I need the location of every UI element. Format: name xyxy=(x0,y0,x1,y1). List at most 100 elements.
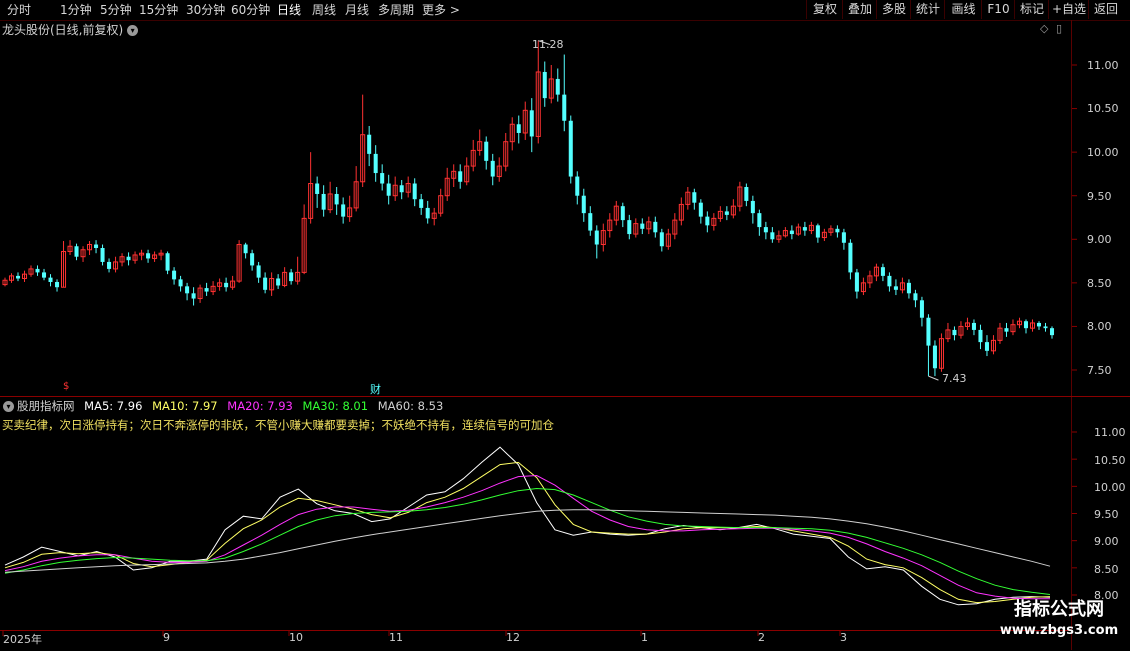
candle-body-down xyxy=(100,248,105,262)
candle-body-down xyxy=(763,227,768,233)
ma-line-ma20 xyxy=(4,474,1050,600)
candle-body-down xyxy=(659,232,664,247)
candle-body-down xyxy=(789,230,794,235)
candle-body-down xyxy=(529,110,534,137)
ma-line-ma5 xyxy=(4,446,1051,606)
candle-body-down xyxy=(334,193,339,205)
price-tick: 9.50 xyxy=(1087,190,1112,203)
candle-body-down xyxy=(802,227,807,231)
ma60-value: MA60: 8.53 xyxy=(377,399,444,413)
indicator-tick: 11.00 xyxy=(1094,426,1126,439)
date-label: 12 xyxy=(506,631,520,644)
candle-body-down xyxy=(94,244,99,248)
candle-body-down xyxy=(15,275,21,279)
candle-body-down xyxy=(854,272,859,292)
ma10-value: MA10: 7.97 xyxy=(152,399,218,413)
event-mark-dollar[interactable]: $ xyxy=(63,381,69,392)
date-label: 2 xyxy=(758,631,765,644)
candle-body-down xyxy=(692,192,697,203)
candle-body-down xyxy=(74,246,79,257)
candle-body-down xyxy=(848,242,853,273)
candle-body-down xyxy=(341,204,346,217)
candle-body-down xyxy=(256,265,261,278)
indicator-name[interactable]: 股朋指标网 xyxy=(17,399,75,413)
price-tick: 8.50 xyxy=(1087,277,1112,290)
candle-body-down xyxy=(243,244,248,254)
watermark-url: www.zbgs3.com xyxy=(999,623,1119,638)
kline-chart[interactable] xyxy=(0,0,1130,650)
candle-body-down xyxy=(412,183,417,200)
candle-body-down xyxy=(926,317,931,346)
candle-body-down xyxy=(35,268,40,273)
candle-body-down xyxy=(419,199,424,208)
candle-body-down xyxy=(399,185,404,193)
price-tick: 10.00 xyxy=(1087,146,1119,159)
candle-body-down xyxy=(386,183,391,196)
candle-body-down xyxy=(757,213,762,228)
candle-body-down xyxy=(653,221,658,233)
price-tick: 7.50 xyxy=(1087,364,1112,377)
event-mark-finance[interactable]: 财 xyxy=(370,381,381,397)
candle-body-down xyxy=(913,293,918,301)
candle-body-down xyxy=(165,253,170,271)
candle-body-down xyxy=(588,213,593,231)
candle-body-down xyxy=(887,275,892,287)
candle-body-down xyxy=(893,286,898,290)
candle-body-down xyxy=(750,200,755,214)
candle-body-down xyxy=(919,300,924,318)
candle-body-down xyxy=(224,282,229,288)
candle-body-down xyxy=(1036,322,1042,327)
price-tick: 10.50 xyxy=(1087,102,1119,115)
candle-body-down xyxy=(425,207,430,219)
candle-body-down xyxy=(1023,321,1029,329)
date-label: 9 xyxy=(163,631,170,644)
indicator-tick: 8.50 xyxy=(1094,563,1119,576)
candle-body-down xyxy=(770,232,775,240)
low-pointer xyxy=(928,375,939,381)
candle-body-down xyxy=(841,232,846,243)
candle-body-down xyxy=(315,183,320,194)
candle-body-down xyxy=(620,206,625,221)
candle-body-down xyxy=(698,202,703,217)
ma-line-ma60 xyxy=(4,509,1051,573)
indicator-tick: 9.00 xyxy=(1094,535,1119,548)
candle-body-down xyxy=(204,288,209,292)
candle-body-down xyxy=(555,78,560,95)
trading-rule-text: 买卖纪律，次日涨停持有；次日不奔涨停的非妖，不管小赚大赚都要卖掉；不妖绝不持有，… xyxy=(2,418,554,432)
price-tick: 9.00 xyxy=(1087,233,1112,246)
candle-body-down xyxy=(705,216,710,226)
ma5-value: MA5: 7.96 xyxy=(84,399,143,413)
chevron-down-icon[interactable]: ▾ xyxy=(3,401,14,412)
candle-body-down xyxy=(562,94,567,121)
axis-separator xyxy=(1071,20,1072,650)
candle-body-down xyxy=(172,270,177,280)
candle-body-down xyxy=(490,160,495,177)
candle-body-down xyxy=(880,267,885,276)
candle-body-down xyxy=(107,261,112,269)
candle-body-down xyxy=(373,153,378,174)
candle-body-down xyxy=(952,329,957,336)
candle-body-down xyxy=(978,329,983,343)
ma20-value: MA20: 7.93 xyxy=(227,399,293,413)
candle-body-down xyxy=(42,272,47,278)
date-axis xyxy=(0,630,1071,651)
candle-body-down xyxy=(744,187,749,201)
candle-body-down xyxy=(542,71,547,99)
watermark-title: 指标公式网 xyxy=(1014,599,1104,620)
candle-body-down xyxy=(458,171,463,182)
price-tick: 11.00 xyxy=(1087,59,1119,72)
ma30-value: MA30: 8.01 xyxy=(302,399,369,413)
candle-body-down xyxy=(971,322,976,330)
high-price-label: 11.28 xyxy=(532,38,564,51)
candle-body-down xyxy=(627,220,632,235)
low-price-label: 7.43 xyxy=(942,372,967,385)
candle-body-down xyxy=(1004,328,1009,332)
date-label: 10 xyxy=(289,631,303,644)
price-tick: 8.00 xyxy=(1087,320,1112,333)
candle-body-down xyxy=(48,277,53,282)
candle-body-down xyxy=(289,272,294,282)
candle-body-down xyxy=(1043,326,1048,329)
candle-body-down xyxy=(178,279,183,287)
candle-body-down xyxy=(367,134,372,154)
candle-body-down xyxy=(516,124,521,133)
